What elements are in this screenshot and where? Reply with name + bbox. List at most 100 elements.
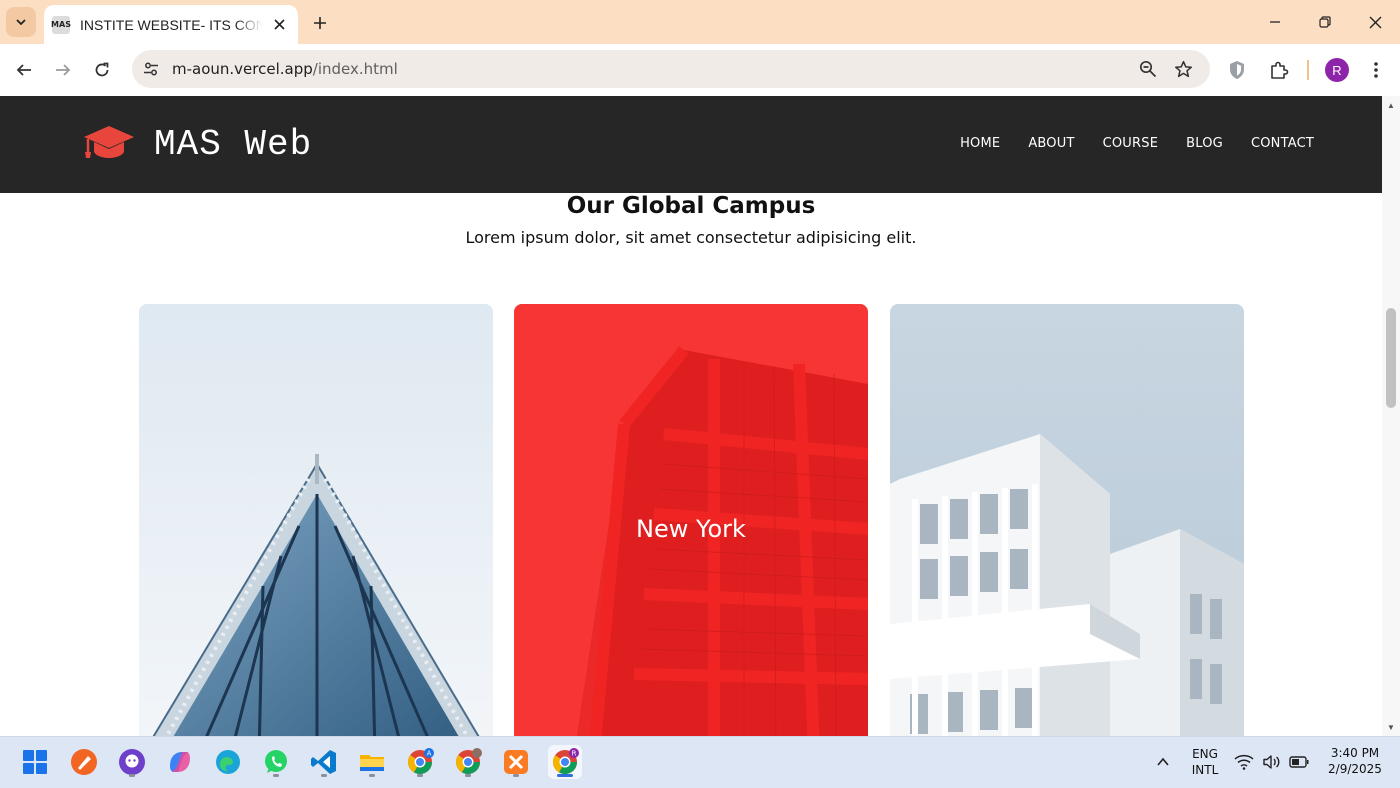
- running-indicator: [465, 774, 471, 777]
- white-building-image: [890, 304, 1244, 736]
- taskbar-app-chrome-2[interactable]: [451, 745, 485, 779]
- volume-button[interactable]: [1259, 745, 1285, 779]
- browser-toolbar: m-aoun.vercel.app/index.html R: [0, 44, 1400, 96]
- close-icon: [274, 19, 285, 30]
- page-scrollbar[interactable]: ▲ ▼: [1382, 96, 1400, 736]
- chrome-profile-2-icon: [455, 748, 482, 775]
- back-button[interactable]: [8, 54, 40, 86]
- windows-taskbar: A R ENG INTL 3:40 PM 2/9/2025: [0, 736, 1400, 788]
- star-icon: [1174, 60, 1192, 77]
- taskbar-app-github[interactable]: [115, 745, 149, 779]
- site-logo-text[interactable]: MAS Web: [154, 124, 312, 165]
- clock-time: 3:40 PM: [1330, 746, 1380, 760]
- svg-text:R: R: [572, 750, 577, 758]
- nav-link-blog[interactable]: BLOG: [1186, 136, 1223, 151]
- active-indicator: [557, 774, 573, 777]
- zoom-button[interactable]: [1137, 58, 1159, 80]
- close-window-button[interactable]: [1350, 0, 1400, 44]
- browser-menu-button[interactable]: [1363, 57, 1389, 83]
- file-explorer-icon: [360, 755, 384, 771]
- campus-card-label: New York: [636, 515, 746, 543]
- more-vertical-icon: [1374, 62, 1378, 78]
- nav-link-about[interactable]: ABOUT: [1028, 136, 1074, 151]
- wifi-icon: [1234, 754, 1254, 770]
- graduation-cap-icon: [84, 126, 134, 158]
- tab-title: INSTITE WEBSITE- ITS CONTENT: [80, 16, 263, 33]
- profile-avatar[interactable]: R: [1325, 58, 1349, 82]
- restore-icon: [1319, 16, 1331, 28]
- language-line-2: INTL: [1191, 763, 1219, 777]
- url-text: m-aoun.vercel.app/index.html: [172, 60, 398, 78]
- taskbar-app-xampp[interactable]: [499, 745, 533, 779]
- forward-button[interactable]: [47, 54, 79, 86]
- minimize-button[interactable]: [1250, 0, 1300, 44]
- toolbar-separator: [1307, 60, 1309, 80]
- tab-close-button[interactable]: [268, 14, 290, 36]
- site-info-button[interactable]: [140, 58, 162, 80]
- arrow-left-icon: [16, 64, 31, 76]
- scroll-up-arrow[interactable]: ▲: [1386, 100, 1396, 110]
- wifi-button[interactable]: [1231, 745, 1257, 779]
- arrow-right-icon: [56, 64, 71, 76]
- active-tab[interactable]: MAS INSTITE WEBSITE- ITS CONTENT: [44, 5, 298, 44]
- running-indicator: [321, 774, 327, 777]
- scroll-thumb[interactable]: [1386, 308, 1396, 408]
- running-indicator: [273, 774, 279, 777]
- site-header: MAS Web HOME ABOUT COURSE BLOG CONTACT: [0, 96, 1382, 193]
- address-bar[interactable]: m-aoun.vercel.app/index.html: [132, 50, 1210, 88]
- section-title: Our Global Campus: [566, 193, 816, 219]
- copilot-icon: [170, 752, 190, 772]
- taskbar-app-file-explorer[interactable]: [355, 745, 389, 779]
- browser-tab-bar: MAS INSTITE WEBSITE- ITS CONTENT: [0, 0, 1400, 44]
- start-button[interactable]: [18, 745, 52, 779]
- edge-icon: [216, 750, 240, 774]
- taskbar-app-chrome-r[interactable]: R: [548, 745, 582, 779]
- campus-card-2[interactable]: New York: [514, 304, 868, 736]
- running-indicator: [369, 774, 375, 777]
- running-indicator: [417, 774, 423, 777]
- running-indicator: [513, 774, 519, 777]
- xampp-icon: [504, 750, 528, 774]
- campus-card-1[interactable]: [139, 304, 493, 736]
- battery-button[interactable]: [1286, 745, 1312, 779]
- page-viewport: MAS Web HOME ABOUT COURSE BLOG CONTACT O…: [0, 96, 1382, 736]
- campus-card-2-overlay: New York: [514, 304, 868, 736]
- taskbar-app-copilot[interactable]: [163, 745, 197, 779]
- shield-extension-button[interactable]: [1224, 57, 1250, 83]
- clock[interactable]: 3:40 PM 2/9/2025: [1318, 745, 1392, 777]
- tab-search-button[interactable]: [6, 7, 36, 37]
- campus-card-3[interactable]: [890, 304, 1244, 736]
- nav-link-course[interactable]: COURSE: [1103, 136, 1159, 151]
- pyramid-building-image: [139, 304, 493, 736]
- plus-icon: [314, 17, 326, 29]
- reload-icon: [95, 62, 109, 77]
- chrome-profile-r-icon: R: [552, 748, 579, 775]
- taskbar-app-paint[interactable]: [67, 745, 101, 779]
- taskbar-app-chrome-a[interactable]: A: [403, 745, 437, 779]
- scroll-down-arrow[interactable]: ▼: [1386, 722, 1396, 732]
- restore-button[interactable]: [1300, 0, 1350, 44]
- taskbar-app-vscode[interactable]: [307, 745, 341, 779]
- chrome-profile-a-icon: A: [407, 748, 434, 775]
- taskbar-app-whatsapp[interactable]: [259, 745, 293, 779]
- tab-favicon: MAS: [51, 15, 71, 34]
- language-indicator[interactable]: ENG INTL: [1186, 746, 1224, 778]
- tune-icon: [144, 62, 158, 76]
- whatsapp-icon: [265, 750, 287, 773]
- github-desktop-icon: [119, 749, 145, 775]
- reload-button[interactable]: [86, 54, 118, 86]
- extensions-button[interactable]: [1266, 57, 1292, 83]
- close-icon: [1369, 16, 1381, 28]
- volume-icon: [1263, 755, 1280, 769]
- nav-link-home[interactable]: HOME: [960, 136, 1000, 151]
- taskbar-app-edge[interactable]: [211, 745, 245, 779]
- nav-link-contact[interactable]: CONTACT: [1251, 136, 1314, 151]
- bookmark-button[interactable]: [1172, 58, 1194, 80]
- zoom-icon: [1139, 60, 1157, 78]
- new-tab-button[interactable]: [306, 9, 334, 37]
- url-domain: m-aoun.vercel.app: [172, 60, 313, 78]
- tray-overflow-button[interactable]: [1146, 745, 1180, 779]
- chevron-down-icon: [16, 19, 26, 26]
- brush-app-icon: [71, 749, 97, 775]
- chevron-up-icon: [1157, 757, 1169, 766]
